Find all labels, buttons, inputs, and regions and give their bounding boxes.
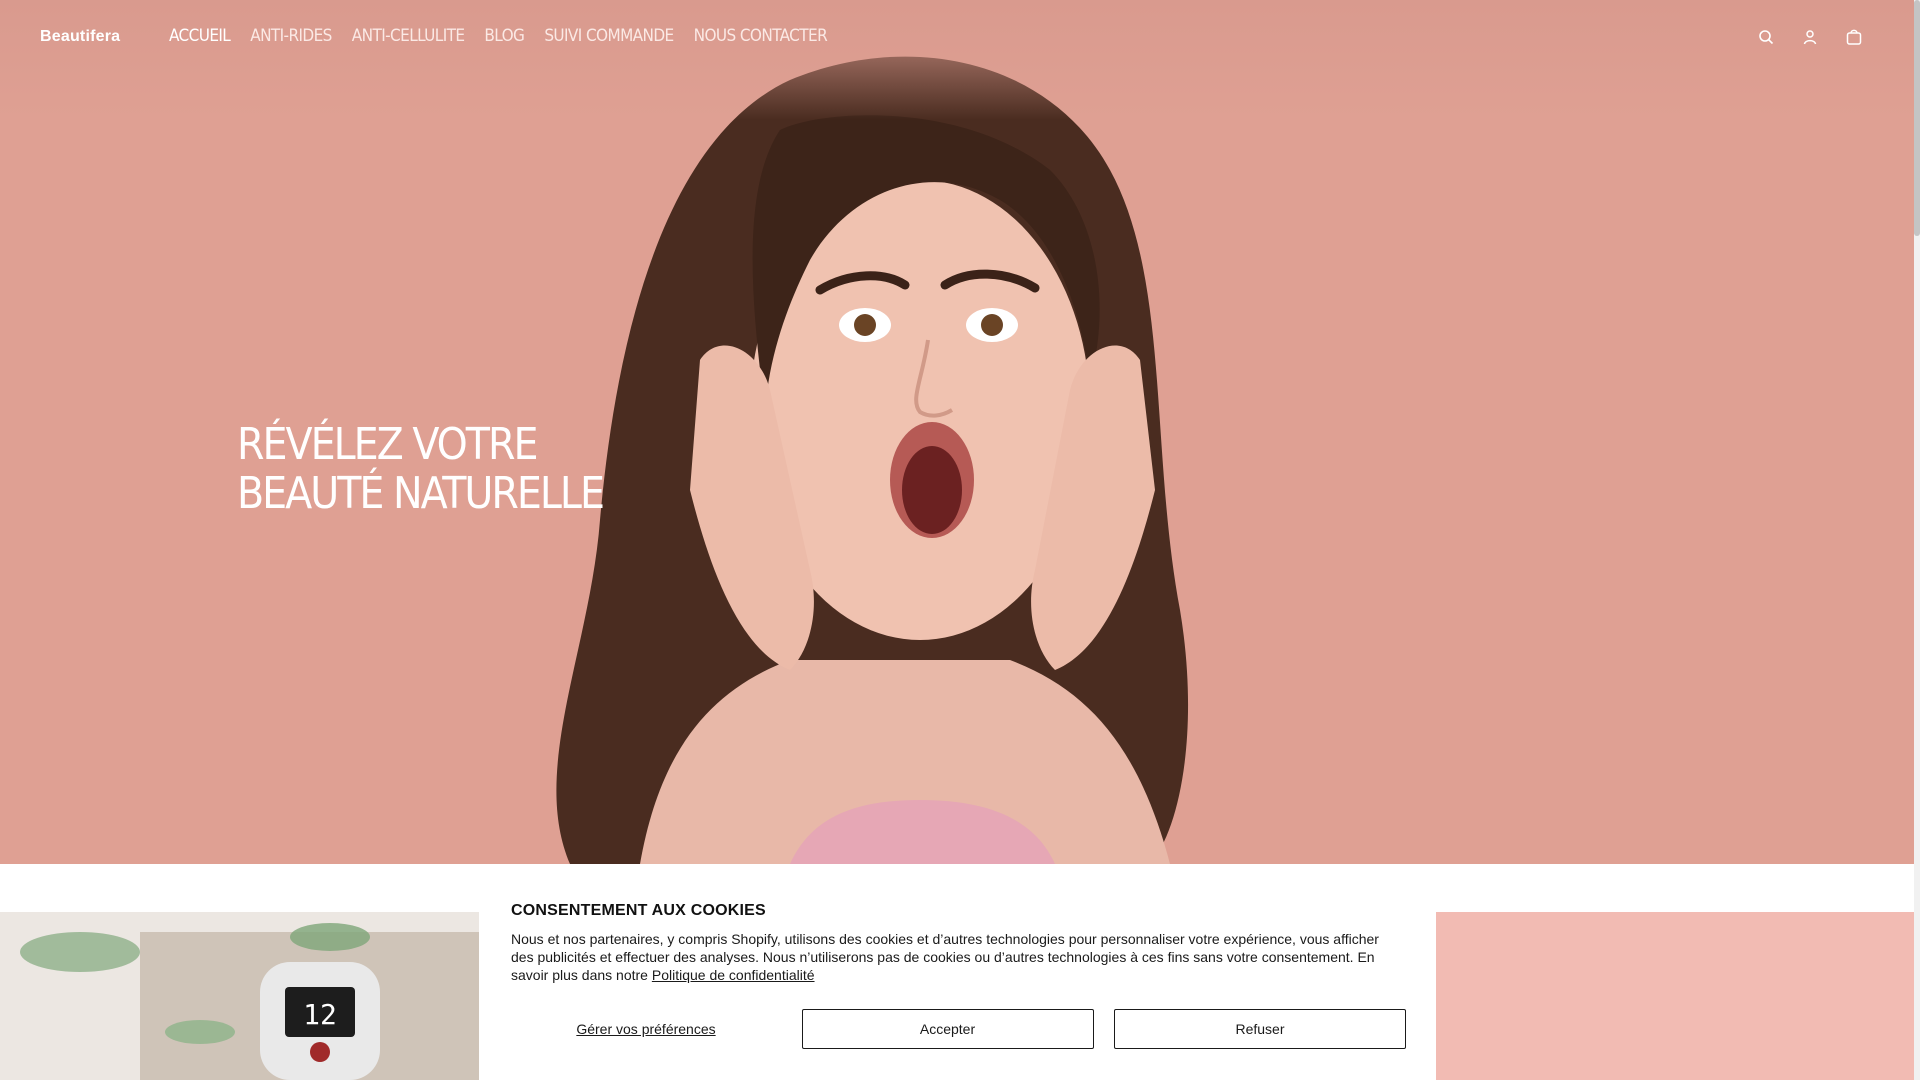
nav-item-suivi-commande[interactable]: SUIVI COMMANDE [544, 26, 674, 46]
hero-headline-line1: RÉVÉLEZ VOTRE [237, 419, 538, 470]
nav-item-anti-rides[interactable]: ANTI-RIDES [250, 26, 332, 46]
header-icons [1756, 27, 1864, 47]
main-menu: ACCUEIL ANTI-RIDES ANTI-CELLULITE BLOG S… [169, 26, 828, 46]
product-device-image: 12 [0, 912, 479, 1080]
cookie-consent-banner: CONSENTEMENT AUX COOKIES Nous et nos par… [479, 880, 1436, 1080]
decline-button[interactable]: Refuser [1114, 1009, 1406, 1049]
search-icon[interactable] [1756, 27, 1776, 47]
account-icon[interactable] [1800, 27, 1820, 47]
cart-icon[interactable] [1844, 27, 1864, 47]
nav-item-anti-cellulite[interactable]: ANTI-CELLULITE [352, 26, 465, 46]
brand-logo[interactable]: Beautifera [40, 28, 120, 46]
cookie-actions: Gérer vos préférences Accepter Refuser [511, 1009, 1406, 1049]
privacy-policy-link[interactable]: Politique de confidentialité [652, 967, 815, 983]
nav-item-accueil[interactable]: ACCUEIL [169, 26, 231, 46]
manage-preferences-button[interactable]: Gérer vos préférences [511, 1020, 781, 1038]
nav-item-nous-contacter[interactable]: NOUS CONTACTER [694, 26, 828, 46]
cookie-title: CONSENTEMENT AUX COOKIES [511, 902, 766, 919]
scrollbar-thumb[interactable] [1914, 0, 1920, 236]
accept-button[interactable]: Accepter [801, 1009, 1094, 1049]
product-card-image[interactable]: 12 [0, 912, 479, 1080]
product-card-pink[interactable] [1436, 912, 1914, 1080]
hero-headline-line2: BEAUTÉ NATURELLE [237, 468, 605, 519]
cookie-description-text: Nous et nos partenaires, y compris Shopi… [511, 931, 1379, 983]
top-navigation: Beautifera ACCUEIL ANTI-RIDES ANTI-CELLU… [0, 0, 1914, 76]
page-scrollbar[interactable] [1914, 0, 1920, 1080]
nav-item-blog[interactable]: BLOG [484, 26, 525, 46]
device-display-value: 12 [303, 998, 337, 1031]
hero-woman-image [556, 56, 1189, 864]
hero-banner: RÉVÉLEZ VOTRE BEAUTÉ NATURELLE [0, 0, 1914, 864]
hero-headline: RÉVÉLEZ VOTRE BEAUTÉ NATURELLE [237, 419, 605, 519]
cookie-description: Nous et nos partenaires, y compris Shopi… [511, 930, 1391, 984]
